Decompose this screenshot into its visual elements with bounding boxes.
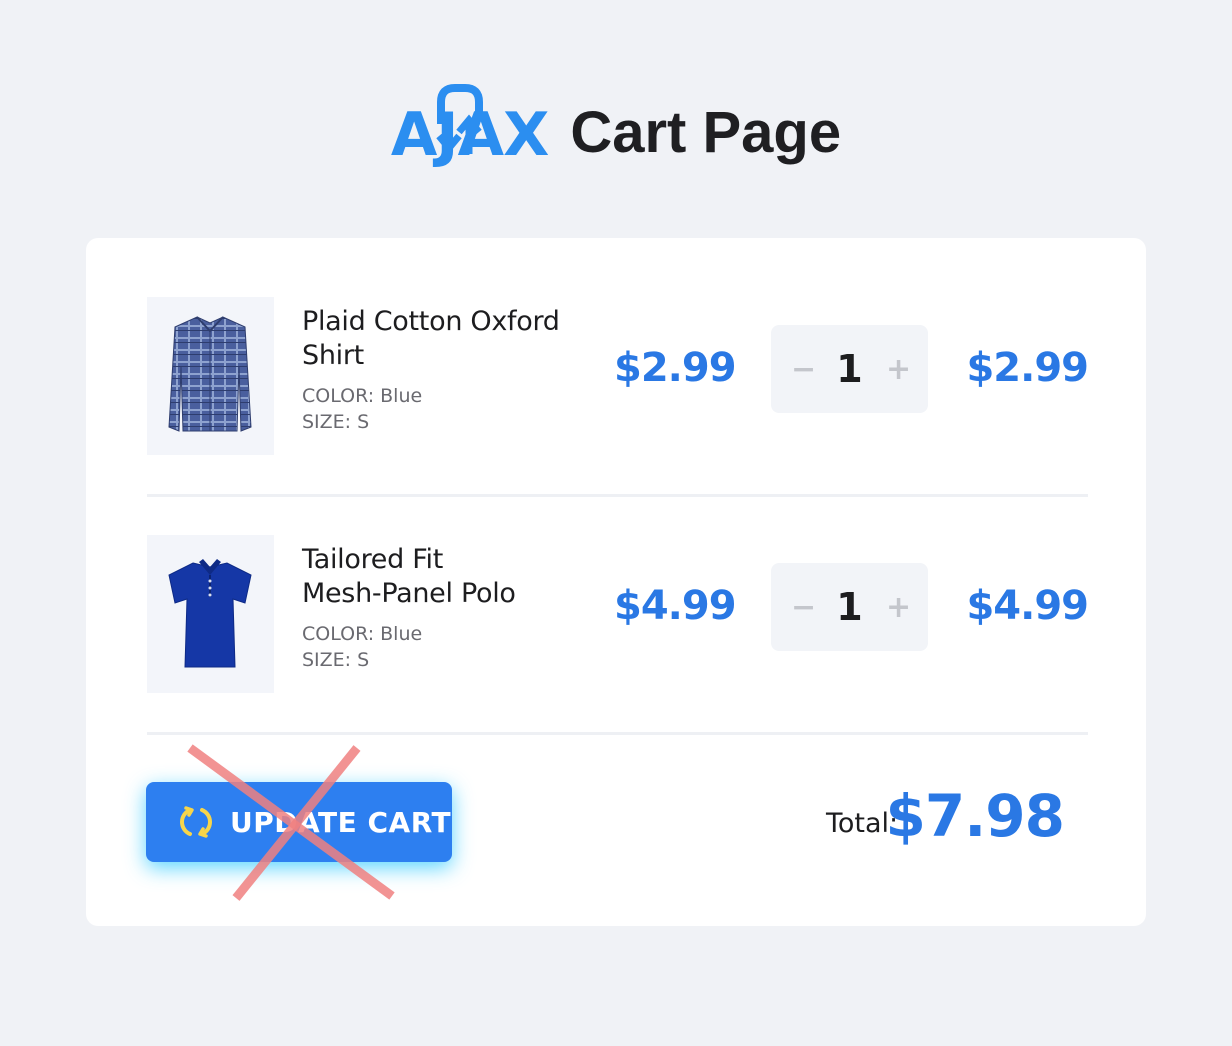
ajax-logo: AJAX xyxy=(390,84,549,184)
product-size: SIZE: S xyxy=(302,411,370,433)
polo-shirt-icon xyxy=(168,559,252,668)
line-subtotal: $4.99 xyxy=(966,583,1089,629)
plaid-shirt-icon xyxy=(168,316,252,432)
unit-price: $2.99 xyxy=(614,345,737,391)
page-header: AJAX Cart Page xyxy=(0,84,1232,184)
cart-card: Plaid Cotton Oxford Shirt COLOR: Blue SI… xyxy=(86,238,1146,926)
product-image[interactable] xyxy=(147,297,274,455)
cart-item: Tailored Fit Mesh-Panel Polo COLOR: Blue… xyxy=(86,535,1146,695)
product-info: Tailored Fit Mesh-Panel Polo COLOR: Blue… xyxy=(302,543,602,673)
cart-item: Plaid Cotton Oxford Shirt COLOR: Blue SI… xyxy=(86,297,1146,457)
qty-decrease-button[interactable]: − xyxy=(791,590,816,625)
quantity-stepper: − 1 + xyxy=(771,563,928,651)
update-cart-button[interactable]: UPDATE CART xyxy=(146,782,452,862)
refresh-icon xyxy=(180,806,212,838)
row-divider xyxy=(147,494,1088,497)
quantity-stepper: − 1 + xyxy=(771,325,928,413)
update-cart-label: UPDATE CART xyxy=(230,805,452,839)
page-title: Cart Page xyxy=(570,99,842,165)
product-size: SIZE: S xyxy=(302,649,370,671)
product-color: COLOR: Blue xyxy=(302,385,423,407)
qty-increase-button[interactable]: + xyxy=(886,590,911,625)
line-subtotal: $2.99 xyxy=(966,345,1089,391)
qty-increase-button[interactable]: + xyxy=(886,352,911,387)
qty-value[interactable]: 1 xyxy=(836,585,862,629)
product-name-line-1[interactable]: Tailored Fit xyxy=(302,543,602,577)
product-name-line-2[interactable]: Shirt xyxy=(302,339,602,373)
qty-value[interactable]: 1 xyxy=(836,347,862,391)
product-image[interactable] xyxy=(147,535,274,693)
total-value: $7.98 xyxy=(885,782,1065,850)
row-divider xyxy=(147,732,1088,735)
product-info: Plaid Cotton Oxford Shirt COLOR: Blue SI… xyxy=(302,305,602,435)
product-name-line-1[interactable]: Plaid Cotton Oxford xyxy=(302,305,602,339)
product-color: COLOR: Blue xyxy=(302,623,423,645)
unit-price: $4.99 xyxy=(614,583,737,629)
product-name-line-2[interactable]: Mesh-Panel Polo xyxy=(302,577,602,611)
qty-decrease-button[interactable]: − xyxy=(791,352,816,387)
logo-text: AJAX xyxy=(390,100,549,170)
